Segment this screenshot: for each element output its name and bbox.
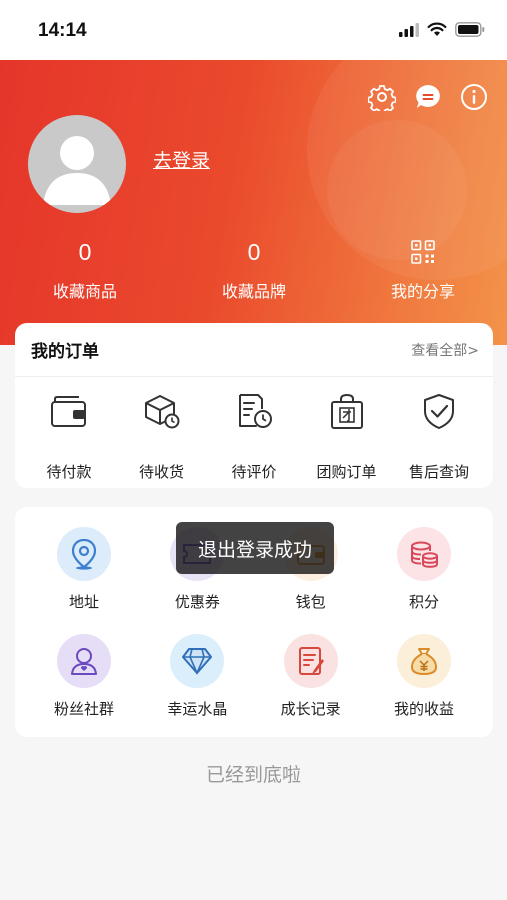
end-of-list-text: 已经到底啦	[205, 764, 301, 786]
order-item-label: 待收货	[138, 463, 184, 481]
service-label: 成长记录	[280, 700, 341, 718]
avatar[interactable]	[28, 115, 126, 213]
stat-favorite-brands[interactable]: 0 收藏品牌	[184, 238, 324, 302]
stat-label: 收藏商品	[52, 282, 117, 301]
service-points[interactable]: 积分	[369, 527, 479, 612]
order-item-label: 售后查询	[408, 463, 469, 481]
order-after-sales[interactable]: 售后查询	[393, 391, 485, 482]
orders-title: 我的订单	[31, 342, 99, 362]
battery-icon	[455, 22, 485, 37]
order-item-label: 待评价	[231, 463, 277, 481]
status-time: 14:14	[38, 20, 87, 41]
signal-icon	[399, 22, 419, 37]
points-icon	[410, 541, 438, 568]
stat-value: 0	[247, 239, 261, 265]
wallet-icon	[51, 396, 86, 427]
order-pending-payment[interactable]: 待付款	[23, 391, 115, 482]
order-group-buy[interactable]: 团购订单	[301, 391, 393, 482]
qr-code-icon	[353, 238, 493, 266]
group-buy-icon	[330, 393, 363, 429]
status-bar: 14:14	[0, 0, 507, 60]
service-label: 地址	[68, 593, 99, 611]
service-growth-record[interactable]: 成长记录	[256, 634, 366, 719]
stat-label: 我的分享	[390, 282, 455, 301]
service-my-earnings[interactable]: 我的收益	[369, 634, 479, 719]
service-label: 积分	[408, 593, 439, 611]
location-icon	[71, 538, 97, 570]
header-actions	[367, 82, 489, 112]
order-item-label: 待付款	[46, 463, 92, 481]
service-address[interactable]: 地址	[29, 527, 139, 612]
crystal-icon	[182, 648, 213, 675]
service-label: 钱包	[295, 593, 326, 611]
service-label: 粉丝社群	[53, 700, 114, 718]
package-icon	[144, 395, 179, 429]
service-label: 优惠券	[174, 593, 220, 611]
wifi-icon	[427, 22, 447, 36]
after-sales-icon	[424, 394, 454, 429]
stat-value: 0	[78, 239, 92, 265]
earnings-icon	[410, 648, 437, 676]
fans-icon	[71, 648, 97, 675]
service-label: 我的收益	[393, 700, 454, 718]
my-orders-card: 我的订单 查看全部> 待付款 待收货 待评价 团购订单 售后查询	[15, 323, 493, 488]
info-icon[interactable]	[459, 82, 489, 112]
review-icon	[239, 394, 272, 428]
message-icon[interactable]	[413, 82, 443, 112]
order-item-label: 团购订单	[316, 463, 377, 481]
settings-icon[interactable]	[367, 82, 397, 112]
order-pending-review[interactable]: 待评价	[208, 391, 300, 482]
login-link[interactable]: 去登录	[153, 146, 210, 173]
service-label: 幸运水晶	[167, 700, 228, 718]
service-lucky-crystal[interactable]: 幸运水晶	[142, 634, 252, 719]
service-fans-community[interactable]: 粉丝社群	[29, 634, 139, 719]
toast-message: 退出登录成功	[176, 522, 334, 574]
growth-record-icon	[298, 647, 324, 675]
default-avatar-icon	[43, 136, 111, 205]
stat-my-share[interactable]: 我的分享	[353, 238, 493, 302]
order-pending-receipt[interactable]: 待收货	[116, 391, 208, 482]
view-all-orders-link[interactable]: 查看全部>	[411, 340, 479, 360]
status-icons	[399, 22, 485, 37]
stat-label: 收藏品牌	[221, 282, 286, 301]
stat-favorite-products[interactable]: 0 收藏商品	[15, 238, 155, 302]
orders-header: 我的订单 查看全部>	[15, 323, 493, 377]
